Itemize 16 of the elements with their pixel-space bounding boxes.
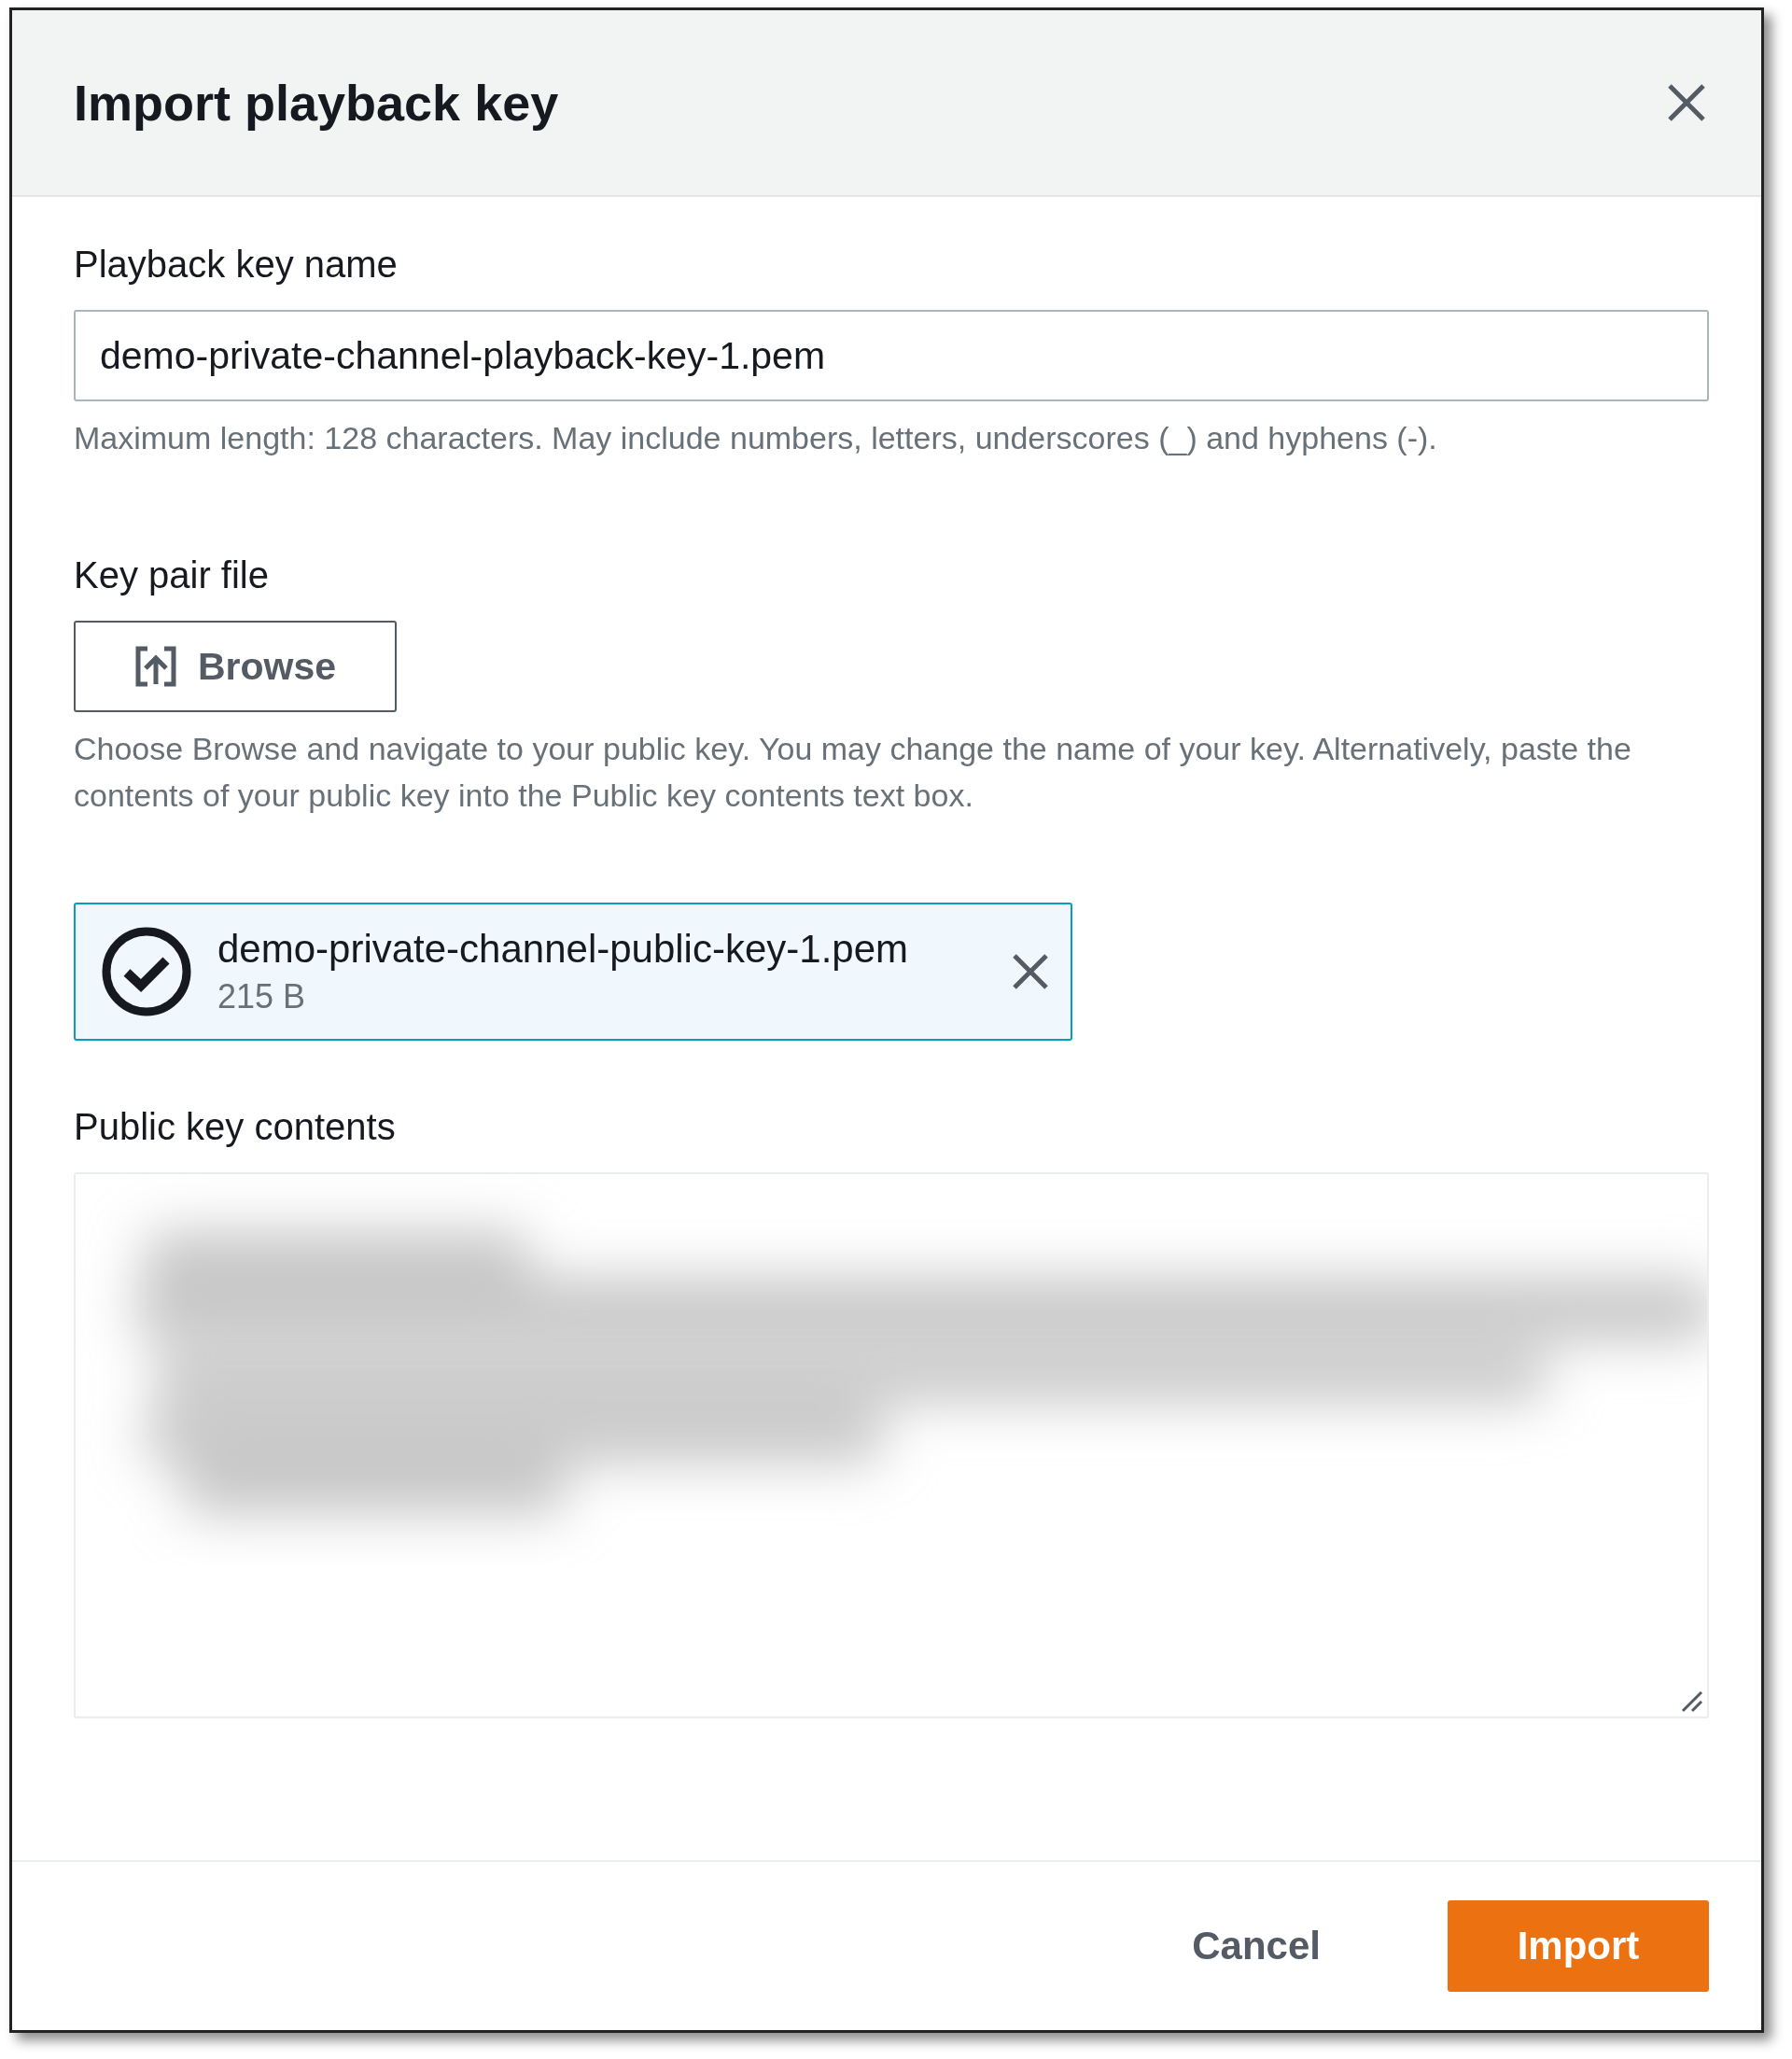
input-field[interactable]: demo-private-channel-playback-key-1.pem: [74, 310, 1709, 401]
dialog-title: Import playback key: [74, 74, 559, 132]
cancel-button[interactable]: Cancel: [1130, 1900, 1382, 1992]
field-hint: Maximum length: 128 characters. May include numbers, letters, underscores (_) and hyphens (-).: [74, 419, 1438, 457]
check-circle-icon: [100, 925, 193, 1018]
field-label: Playback key name: [74, 244, 399, 286]
upload-icon: [133, 645, 177, 688]
file-name: demo-private-channel-public-key-1.pem: [217, 927, 909, 972]
resize-handle-icon[interactable]: [1679, 1688, 1703, 1713]
close-icon[interactable]: [1666, 82, 1707, 123]
field-label: Public key contents: [74, 1106, 397, 1148]
remove-icon[interactable]: [1011, 952, 1050, 991]
file-size: 215 B: [217, 977, 307, 1016]
browse-button[interactable]: Browse: [74, 621, 397, 712]
field-label: Key pair file: [74, 554, 270, 596]
field-hint: Choose Browse and navigate to your public key. You may change the name of your key. Alternatively, paste the contents of your public key into the Public key contents text box.: [74, 730, 1632, 815]
